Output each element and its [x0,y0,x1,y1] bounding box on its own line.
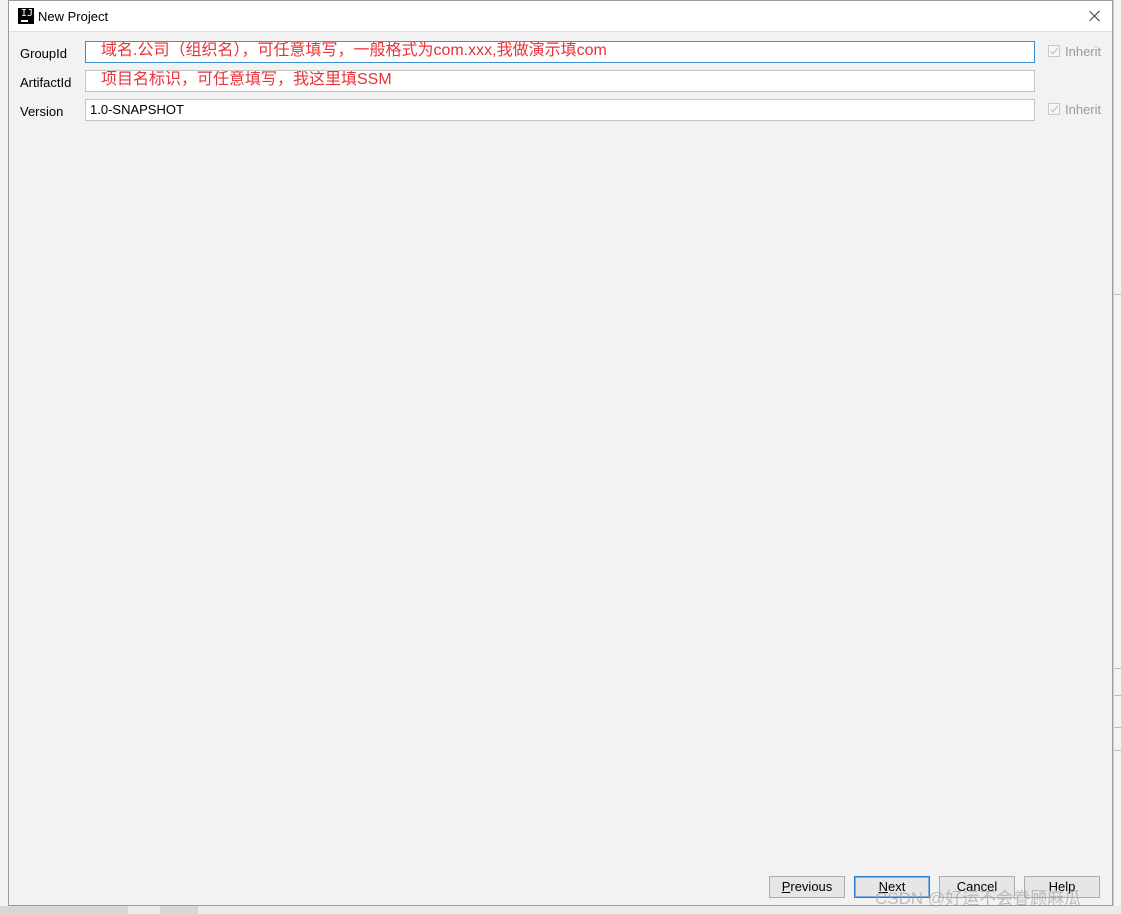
close-icon[interactable] [1084,5,1106,27]
artifactid-label: ArtifactId [20,75,72,90]
version-input[interactable]: 1.0-SNAPSHOT [85,99,1035,121]
new-project-dialog: IJ New Project GroupId 域名.公司（组织名），可任意填写，… [8,0,1113,906]
version-inherit-label: Inherit [1065,102,1102,117]
checkbox-check-icon [1048,103,1060,115]
intellij-icon-glyph: IJ [21,8,34,19]
groupid-label: GroupId [20,46,67,61]
previous-button[interactable]: Previous [769,876,845,898]
checkbox-check-icon [1048,45,1060,57]
groupid-row: GroupId 域名.公司（组织名），可任意填写，一般格式为com.xxx,我做… [9,41,1112,67]
window-title: New Project [38,9,109,24]
artifactid-row: ArtifactId 项目名标识，可任意填写，我这里填SSM [9,70,1112,96]
watermark: CSDN @好运不会眷顾麻瓜 [875,889,1082,908]
background-right-edge [1113,0,1121,914]
title-bar: IJ New Project [9,1,1112,32]
version-label: Version [20,104,64,119]
previous-label: revious [790,879,833,894]
version-row: Version 1.0-SNAPSHOT Inherit [9,99,1112,125]
groupid-inherit-label: Inherit [1065,44,1102,59]
artifactid-input[interactable]: 项目名标识，可任意填写，我这里填SSM [85,70,1035,92]
background-left-edge [0,0,8,914]
groupid-input[interactable]: 域名.公司（组织名），可任意填写，一般格式为com.xxx,我做演示填com [85,41,1035,63]
intellij-icon: IJ [18,8,34,24]
